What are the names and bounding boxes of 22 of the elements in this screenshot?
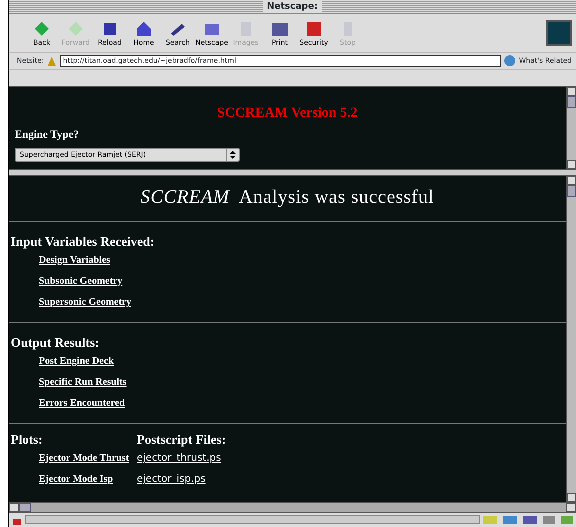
result-link[interactable]: Post Engine Deck — [39, 356, 566, 368]
result-link[interactable]: Specific Run Results — [39, 377, 566, 389]
results-heading: SCCREAM Analysis was successful — [9, 176, 566, 222]
window-title: Netscape: — [263, 0, 322, 12]
app-title: SCCREAM Version 5.2 — [216, 105, 359, 122]
section-title: Plots: — [11, 432, 44, 447]
plot-link[interactable]: Ejector Mode Thrust — [39, 453, 137, 465]
result-link[interactable]: Subsonic Geometry — [39, 276, 566, 288]
section-title: Postscript Files: — [137, 432, 228, 447]
horizontal-scrollbar[interactable] — [9, 502, 576, 512]
field-label: Engine Type? — [15, 128, 80, 142]
plot-link[interactable]: Ejector Mode Isp — [39, 474, 137, 486]
file-link[interactable]: ejector_thrust.ps — [137, 453, 566, 465]
result-link[interactable]: Supersonic Geometry — [39, 297, 566, 309]
file-link[interactable]: ejector_isp.ps — [137, 474, 566, 486]
vertical-scrollbar[interactable] — [566, 87, 576, 169]
updown-arrows-icon — [230, 151, 236, 160]
result-link[interactable]: Design Variables — [39, 255, 566, 267]
section-title: Output Results: — [11, 335, 100, 350]
vertical-scrollbar[interactable] — [566, 176, 576, 502]
result-link[interactable]: Errors Encountered — [39, 398, 566, 410]
section-title: Input Variables Received: — [11, 234, 156, 249]
